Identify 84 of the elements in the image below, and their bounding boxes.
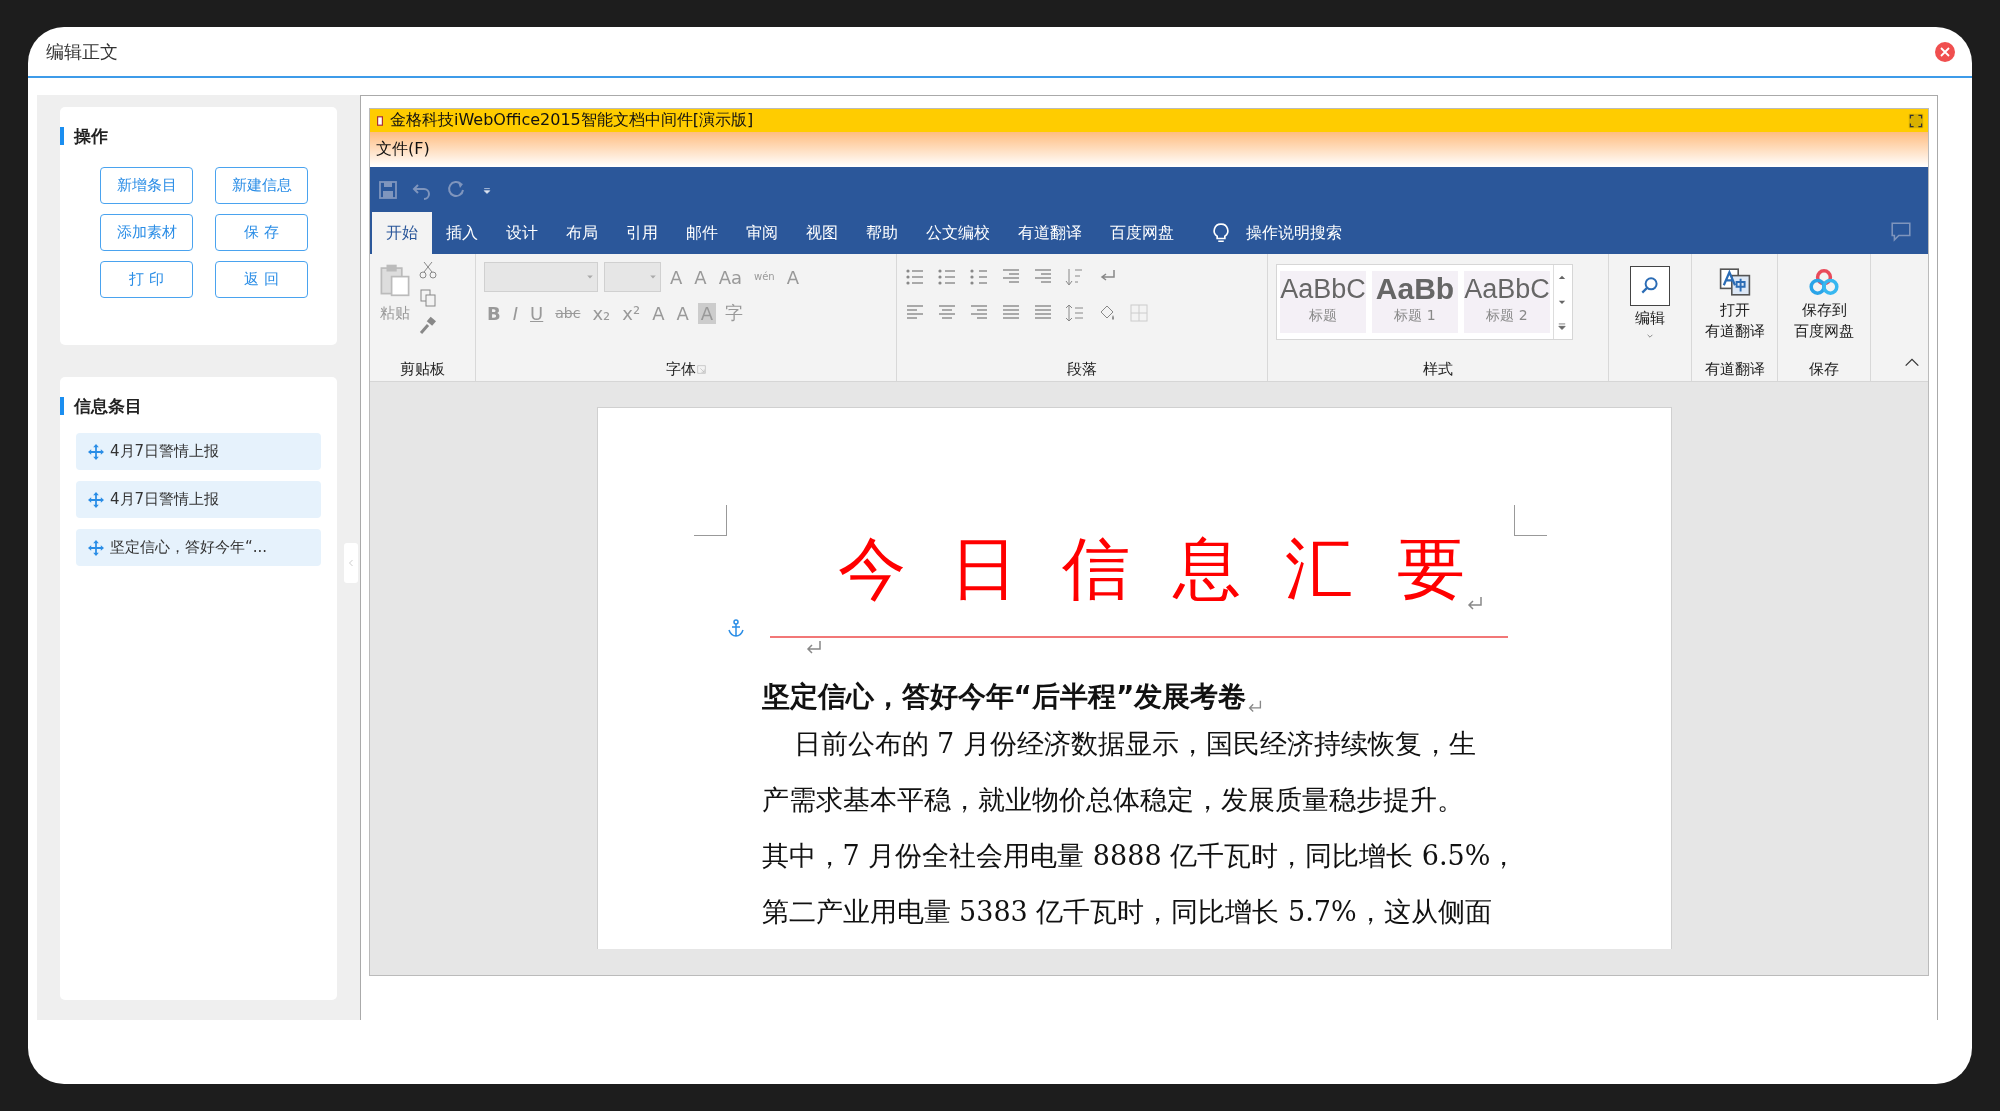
close-icon[interactable] — [1934, 40, 1956, 63]
font-tool-button[interactable]: A — [783, 266, 802, 288]
save-to-cloud-button[interactable]: 保存到 百度网盘 — [1786, 260, 1862, 357]
body-text-line: 日前公布的 7 月份经济数据显示，国民经济持续恢复，生 — [792, 727, 1477, 761]
ribbon-tab[interactable]: 审阅 — [732, 212, 792, 254]
group-label: 样式 — [1422, 358, 1454, 380]
section-title: 信息条目 — [60, 397, 337, 415]
action-button[interactable]: 打 印 — [100, 261, 193, 298]
crop-mark — [693, 505, 727, 536]
info-list-item[interactable]: 4月7日警情上报 — [76, 433, 321, 470]
bullet-list-icon[interactable] — [905, 267, 925, 287]
dialog-launcher-icon[interactable] — [695, 363, 707, 375]
group-label: 字体 — [476, 357, 896, 381]
font-tool-button[interactable]: A — [649, 302, 668, 324]
body-text-line: 其中，7 月份全社会用电量 8888 亿千瓦时，同比增长 6.5%， — [761, 839, 1519, 873]
format-painter-icon[interactable] — [418, 316, 438, 336]
move-icon — [88, 491, 104, 508]
info-list-item[interactable]: 坚定信心，答好今年“... — [76, 529, 321, 566]
font-tool-button[interactable]: wén — [751, 272, 778, 282]
group-label: 段落 — [1066, 358, 1098, 380]
ribbon-tab[interactable]: 公文编校 — [912, 212, 1004, 254]
section-title: 操作 — [60, 127, 337, 145]
cloud-icon — [1807, 266, 1841, 298]
ribbon-tab[interactable]: 开始 — [372, 212, 432, 254]
scissors-icon[interactable] — [418, 260, 438, 280]
fullscreen-icon[interactable] — [1908, 112, 1924, 129]
font-tool-button[interactable]: x₂ — [589, 302, 614, 324]
collapse-handle[interactable] — [344, 543, 358, 583]
line-spacing-icon[interactable] — [1065, 303, 1085, 323]
action-button[interactable]: 返 回 — [215, 261, 308, 298]
group-label: 剪贴板 — [399, 358, 446, 380]
crop-mark — [1513, 505, 1547, 536]
action-button[interactable]: 新建信息 — [215, 167, 308, 204]
style-preset[interactable]: AaBb 标题 1 — [1372, 271, 1458, 333]
comment-icon[interactable] — [1890, 220, 1912, 242]
edit-button[interactable]: 编辑 — [1622, 260, 1678, 357]
font-name-field[interactable] — [484, 262, 598, 292]
article-title: 坚定信心，答好今年“后半程”发展考卷 — [761, 679, 1247, 715]
ribbon-tab[interactable]: 引用 — [612, 212, 672, 254]
font-size-field[interactable] — [604, 262, 661, 292]
save-icon[interactable] — [378, 179, 398, 200]
style-preset[interactable]: AaBbC 标题 2 — [1464, 271, 1550, 333]
ribbon-tab[interactable]: 视图 — [792, 212, 852, 254]
lightbulb-icon[interactable] — [1210, 222, 1232, 244]
font-tool-button[interactable]: A — [667, 266, 686, 288]
ribbon-tab[interactable]: 插入 — [432, 212, 492, 254]
ribbon-tab[interactable]: 帮助 — [852, 212, 912, 254]
dialog-title: 编辑正文 — [46, 39, 118, 64]
body-text-line: 产需求基本平稳，就业物价总体稳定，发展质量稳步提升。 — [761, 783, 1465, 817]
document-heading: 今 日 信 息 汇 要 — [838, 528, 1465, 610]
action-button[interactable]: 添加素材 — [100, 214, 193, 251]
font-tool-button[interactable]: x² — [619, 302, 644, 324]
font-tool-button[interactable]: abc — [552, 305, 584, 321]
borders-icon[interactable] — [1129, 303, 1149, 323]
ribbon-tab[interactable]: 百度网盘 — [1096, 212, 1188, 254]
ribbon-tab[interactable]: 设计 — [492, 212, 552, 254]
font-tool-button[interactable]: B — [484, 302, 504, 324]
app-title: 金格科技iWebOffice2015智能文档中间件[演示版] — [390, 110, 754, 131]
group-label: 有道翻译 — [1703, 358, 1766, 380]
redo-icon[interactable] — [446, 179, 466, 200]
tell-me-search[interactable]: 操作说明搜索 — [1246, 222, 1342, 244]
move-icon — [88, 539, 104, 556]
style-preset[interactable]: AaBbC 标题 — [1280, 271, 1366, 333]
action-button[interactable]: 保 存 — [215, 214, 308, 251]
font-tool-button[interactable]: U — [527, 302, 547, 324]
anchor-icon — [725, 618, 746, 638]
font-tool-button[interactable]: Aa — [715, 266, 745, 288]
copy-icon[interactable] — [418, 288, 438, 308]
body-text-line: 第二产业用电量 5383 亿千瓦时，同比增长 5.7%，这从侧面 — [761, 895, 1493, 929]
sort-icon[interactable] — [1065, 267, 1085, 287]
font-tool-button[interactable]: I — [509, 302, 522, 324]
paste-button[interactable]: 粘贴 — [378, 260, 412, 323]
open-translate-button[interactable]: 打开 有道翻译 — [1696, 260, 1773, 357]
font-tool-button[interactable]: A — [691, 266, 710, 288]
move-icon — [88, 443, 104, 460]
ribbon-tab[interactable]: 布局 — [552, 212, 612, 254]
font-tool-button[interactable]: A — [673, 302, 692, 324]
menu-item[interactable]: 文件(F) — [376, 139, 430, 160]
group-label: 保存 — [1808, 358, 1840, 380]
font-tool-button[interactable]: 字 — [722, 301, 747, 325]
ribbon-tab[interactable]: 邮件 — [672, 212, 732, 254]
ribbon-tab[interactable]: 有道翻译 — [1004, 212, 1096, 254]
info-list-item[interactable]: 4月7日警情上报 — [76, 481, 321, 518]
action-button[interactable]: 新增条目 — [100, 167, 193, 204]
